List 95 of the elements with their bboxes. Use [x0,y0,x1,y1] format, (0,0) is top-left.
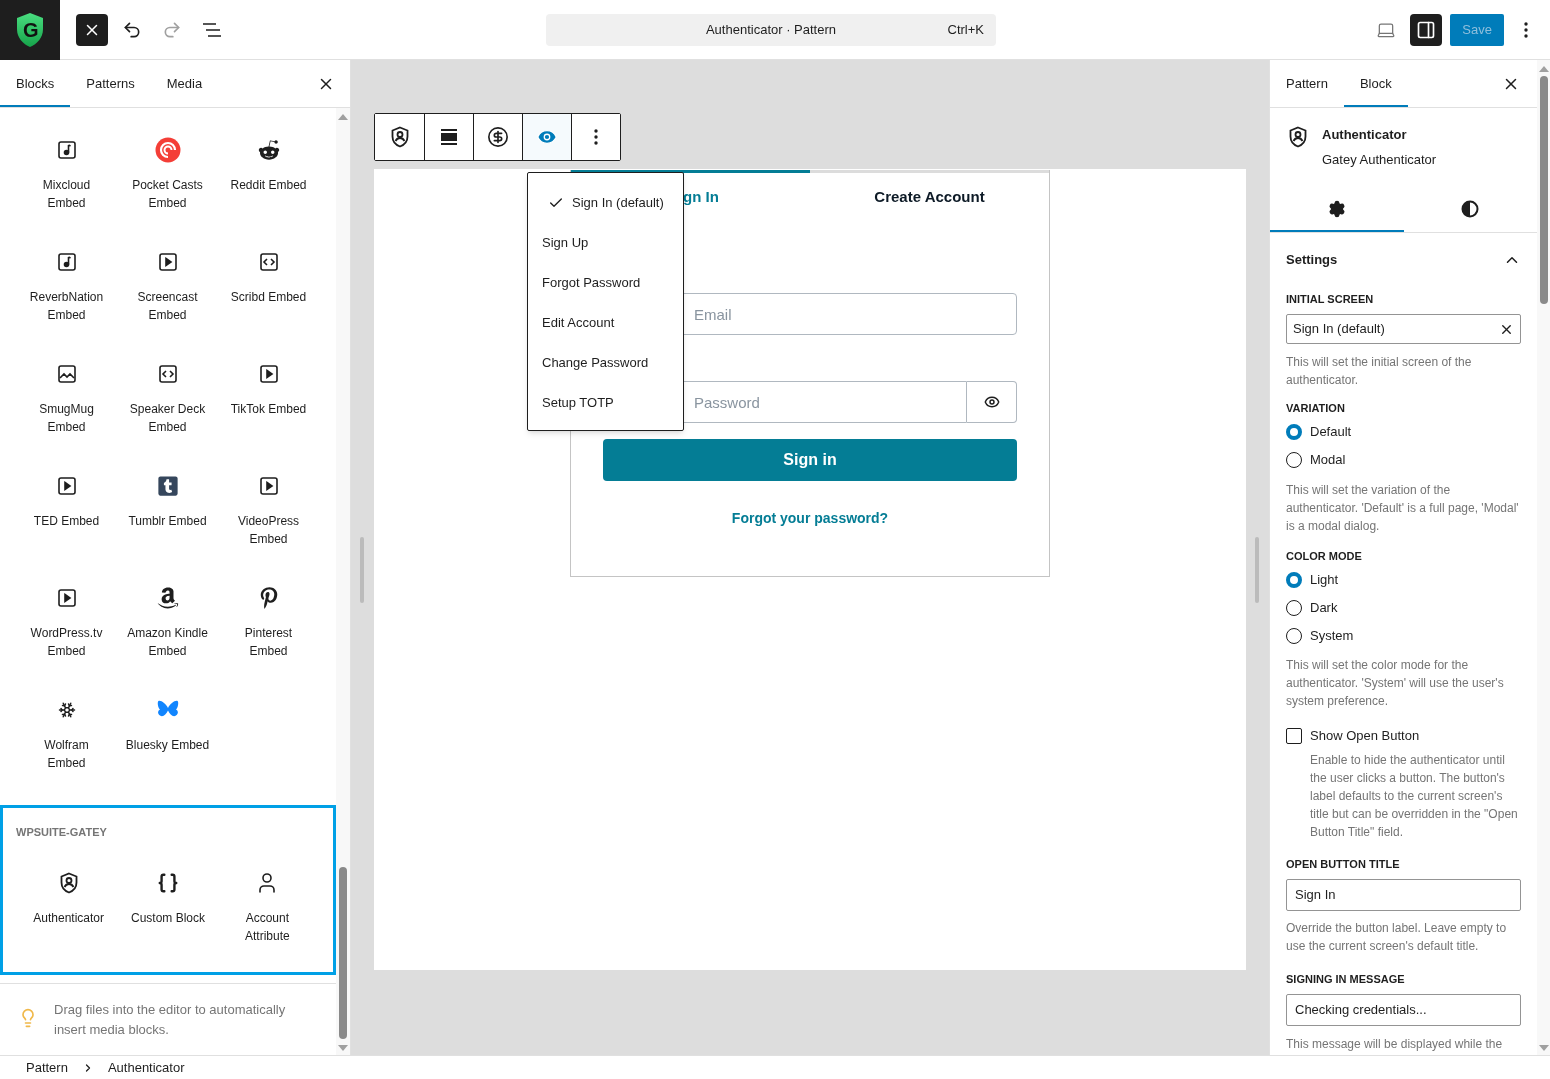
app-logo[interactable]: G [0,0,60,60]
block-item[interactable]: Tumblr Embed [119,474,216,530]
field-label: VARIATION [1286,401,1346,416]
inserter-tab[interactable]: Media [150,60,219,107]
menu-item[interactable]: Sign Up [528,223,683,263]
block-item[interactable]: TikTok Embed [220,362,317,418]
more-icon [594,129,598,145]
category-title: WPSUITE-GATEY [16,825,108,840]
block-item[interactable]: Account Attribute [219,870,316,945]
tip-text: Drag files into the editor to automatically insert media blocks. [54,1001,287,1039]
field-label: COLOR MODE [1286,549,1363,564]
block-item[interactable]: ReverbNation Embed [18,250,115,324]
snowflake-icon [57,701,76,719]
menu-item[interactable]: Change Password [528,343,683,383]
redo-icon [162,19,182,40]
block-description: Gatey Authenticator [1322,151,1437,169]
command-bar[interactable]: Authenticator · Pattern Ctrl+K [546,13,996,46]
sidebar-tab[interactable]: Block [1343,60,1408,107]
eye-icon [983,394,1000,410]
toolbar-button[interactable] [522,114,571,160]
help-text: This will set the color mode for the authenticator. 'System' will use the user's system preference. [1286,657,1505,710]
block-item[interactable]: Wolfram Embed [18,698,115,772]
play-icon [258,476,279,496]
contrast-icon [1461,199,1480,218]
inserter-tab[interactable]: Patterns [70,60,151,107]
radio-option[interactable]: Dark [1286,594,1521,622]
help-text: This will set the variation of the authenticator. 'Default' is a full page, 'Modal' is a modal dialog. [1286,482,1520,535]
block-item[interactable]: VideoPress Embed [220,474,317,548]
podcast-icon [154,137,181,163]
help-text: This will set the initial screen of the authenticator. [1286,354,1473,389]
list-view-icon [202,21,222,38]
help-text: This message will be displayed while the [1286,1036,1504,1053]
radio-option[interactable]: Default [1286,418,1521,446]
section-header[interactable]: Settings [1286,233,1521,287]
toolbar-button[interactable] [571,114,620,160]
forgot-password-link[interactable]: Forgot your password? [731,510,889,526]
field-label: OPEN BUTTON TITLE [1286,857,1401,872]
block-item[interactable]: Screencast Embed [119,250,216,324]
more-icon [1524,21,1528,38]
block-item[interactable]: Pinterest Embed [220,586,317,660]
play-icon [56,588,77,608]
auth-tab[interactable]: Create Account [810,170,1049,222]
scrollbar[interactable] [1537,60,1550,1055]
field-label: INITIAL SCREEN [1286,292,1375,307]
block-item[interactable]: Amazon Kindle Embed [119,586,216,660]
help-text: Enable to hide the authenticator until the user clicks a button. The button's label defaults to the current screen's title but can be overridden in the "Open Button Title" field. [1310,752,1519,841]
block-item[interactable]: Bluesky Embed [119,698,216,754]
radio-option[interactable]: System [1286,622,1521,650]
help-text: Override the button label. Leave empty to use the current screen's default title. [1286,920,1508,955]
text-field[interactable]: Sign In [1286,879,1521,911]
sign-in-button[interactable]: Sign in [603,439,1017,481]
field-label: SIGNING IN MESSAGE [1286,972,1406,987]
play-icon [157,252,178,272]
braces-icon [157,871,179,894]
block-item[interactable]: Custom Block [120,870,216,927]
block-item[interactable]: Speaker Deck Embed [119,362,216,436]
block-item[interactable]: Mixcloud Embed [18,138,115,212]
select-field[interactable]: Sign In (default) [1286,314,1521,344]
code-icon [258,252,279,272]
block-item[interactable]: Scribd Embed [220,250,317,306]
checkbox-option[interactable]: Show Open Button [1286,725,1521,747]
undo-icon [122,19,142,40]
block-item[interactable]: SmugMug Embed [18,362,115,436]
settings-toggle[interactable] [1410,13,1443,46]
sidebar-tab[interactable]: Pattern [1270,60,1344,107]
reddit-alien-icon [257,139,280,161]
block-item[interactable]: Reddit Embed [220,138,317,194]
show-password-button[interactable] [967,381,1017,423]
shield-logo-icon [15,11,45,48]
settings-icon [1327,199,1346,218]
close-button[interactable] [76,13,108,46]
block-item[interactable]: Authenticator [20,870,117,927]
block-title: Authenticator [1322,126,1408,144]
breadcrumb-link[interactable]: Authenticator [99,1057,193,1078]
inserter-tab[interactable]: Blocks [0,60,71,107]
align-full-icon [440,128,458,146]
logo-letter: G [23,18,38,41]
play-icon [56,476,77,496]
block-item[interactable]: Pocket Casts Embed [119,138,216,212]
block-item[interactable]: WordPress.tv Embed [18,586,115,660]
sidebar-icon [1416,19,1437,40]
image-icon [56,364,77,384]
breadcrumb-link[interactable]: Pattern [18,1057,76,1078]
block-item[interactable]: TED Embed [18,474,115,530]
dollar-icon [487,126,509,148]
radio-option[interactable]: Modal [1286,446,1521,474]
play-icon [258,364,279,384]
scrollbar[interactable] [336,108,350,1055]
music-note-icon [56,140,77,160]
radio-option[interactable]: Light [1286,566,1521,594]
resize-handle[interactable] [360,537,364,603]
resize-handle[interactable] [1255,537,1259,603]
music-note-icon [56,252,77,272]
text-field[interactable]: Checking credentials... [1286,994,1521,1026]
code-icon [157,364,178,384]
